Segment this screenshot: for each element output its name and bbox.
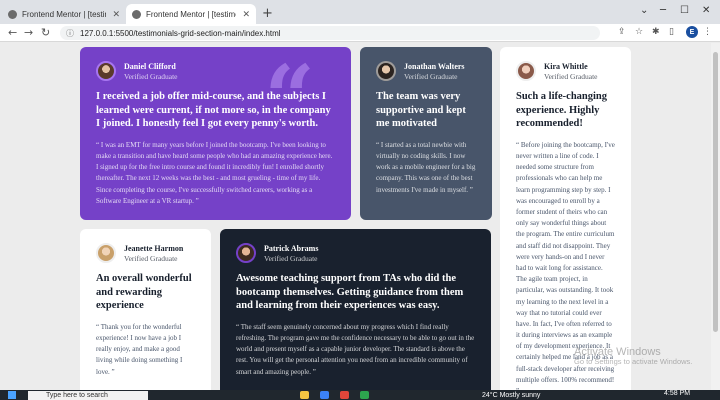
close-icon[interactable]: ✕ xyxy=(112,9,120,20)
tab-bar: Frontend Mentor | [testimonial-g ✕ Front… xyxy=(0,0,720,24)
author-role: Verified Graduate xyxy=(264,253,318,263)
author-name: Kira Whittle xyxy=(544,61,588,71)
avatar xyxy=(96,243,116,263)
activate-windows-watermark: Activate Windows Go to Settings to activ… xyxy=(574,346,692,366)
author-name: Jonathan Walters xyxy=(404,61,465,71)
testimonial-body: “ I started as a total newbie with virtu… xyxy=(376,140,476,194)
browser-tab-1[interactable]: Frontend Mentor | [testimonial-g ✕ xyxy=(2,4,126,24)
info-icon[interactable]: ⓘ xyxy=(66,28,74,39)
testimonial-body: “ Thank you for the wonderful experience… xyxy=(96,322,183,376)
file-explorer-icon[interactable] xyxy=(300,391,309,399)
testimonial-headline: Such a life-changing experience. Highly … xyxy=(516,91,608,130)
favicon-icon xyxy=(132,9,141,19)
close-icon[interactable]: ✕ xyxy=(242,9,250,20)
avatar xyxy=(376,61,396,81)
avatar xyxy=(96,61,116,81)
author-name: Jeanette Harmon xyxy=(124,243,184,253)
testimonial-card-jonathan: Jonathan Walters Verified Graduate The t… xyxy=(360,47,492,220)
browser-toolbar: ← → ↻ ⓘ 127.0.0.1:5500/testimonials-grid… xyxy=(0,24,720,42)
tab-title: Frontend Mentor | [testimonial-g xyxy=(146,9,236,19)
favicon-icon xyxy=(8,9,17,19)
tab-title: Frontend Mentor | [testimonial-g xyxy=(22,9,106,19)
share-icon[interactable]: ⇪ xyxy=(618,27,626,37)
taskbar-search-input[interactable]: Type here to search xyxy=(28,391,148,400)
chevron-down-icon[interactable]: ⌄ xyxy=(640,5,648,16)
scrollbar-thumb[interactable] xyxy=(713,52,718,332)
author: Jeanette Harmon Verified Graduate xyxy=(96,243,195,263)
maximize-icon[interactable]: ☐ xyxy=(680,5,689,16)
testimonial-card-jeanette: Jeanette Harmon Verified Graduate An ove… xyxy=(80,229,211,400)
author-role: Verified Graduate xyxy=(544,71,598,81)
new-tab-button[interactable]: + xyxy=(262,6,273,21)
menu-icon[interactable]: ⋮ xyxy=(703,27,712,37)
testimonial-body: “ I was an EMT for many years before I j… xyxy=(96,140,333,205)
back-icon[interactable]: ← xyxy=(8,26,17,39)
author: Patrick Abrams Verified Graduate xyxy=(236,243,475,263)
sidebar-icon[interactable]: ▯ xyxy=(669,27,674,37)
close-window-icon[interactable]: ✕ xyxy=(702,5,710,16)
forward-icon[interactable]: → xyxy=(24,26,33,39)
clock[interactable]: 4:58 PM xyxy=(664,390,690,397)
avatar xyxy=(236,243,256,263)
avatar xyxy=(516,61,536,81)
url-text: 127.0.0.1:5500/testimonials-grid-section… xyxy=(80,28,281,38)
testimonial-headline: I received a job offer mid-course, and t… xyxy=(96,91,331,130)
author: Jonathan Walters Verified Graduate xyxy=(376,61,476,81)
testimonial-headline: Awesome teaching support from TAs who di… xyxy=(236,273,464,312)
author: Daniel Clifford Verified Graduate xyxy=(96,61,335,81)
testimonial-headline: The team was very supportive and kept me… xyxy=(376,91,466,130)
watermark-subtitle: Go to Settings to activate Windows. xyxy=(574,357,693,367)
author-name: Daniel Clifford xyxy=(124,61,176,71)
weather-widget[interactable]: 24°C Mostly sunny xyxy=(482,391,540,400)
address-bar[interactable]: ⓘ 127.0.0.1:5500/testimonials-grid-secti… xyxy=(60,26,600,40)
testimonial-card-patrick: Patrick Abrams Verified Graduate Awesome… xyxy=(220,229,491,400)
testimonial-card-daniel: “ Daniel Clifford Verified Graduate I re… xyxy=(80,47,351,220)
author: Kira Whittle Verified Graduate xyxy=(516,61,615,81)
author-role: Verified Graduate xyxy=(404,71,458,81)
testimonial-body: “ The staff seem genuinely concerned abo… xyxy=(236,322,475,376)
whatsapp-icon[interactable] xyxy=(360,391,369,399)
windows-start-icon[interactable] xyxy=(8,391,16,399)
extensions-icon[interactable]: ✱ xyxy=(652,27,660,37)
reload-icon[interactable]: ↻ xyxy=(41,26,50,39)
edge-icon[interactable] xyxy=(320,391,329,399)
author-role: Verified Graduate xyxy=(124,71,178,81)
testimonial-headline: An overall wonderful and rewarding exper… xyxy=(96,273,192,312)
browser-tab-2[interactable]: Frontend Mentor | [testimonial-g ✕ xyxy=(126,4,256,24)
author-name: Patrick Abrams xyxy=(264,243,319,253)
author-role: Verified Graduate xyxy=(124,253,178,263)
chrome-icon[interactable] xyxy=(340,391,349,399)
profile-avatar[interactable]: E xyxy=(686,26,698,38)
star-icon[interactable]: ☆ xyxy=(635,27,643,37)
minimize-icon[interactable]: ─ xyxy=(660,5,666,16)
